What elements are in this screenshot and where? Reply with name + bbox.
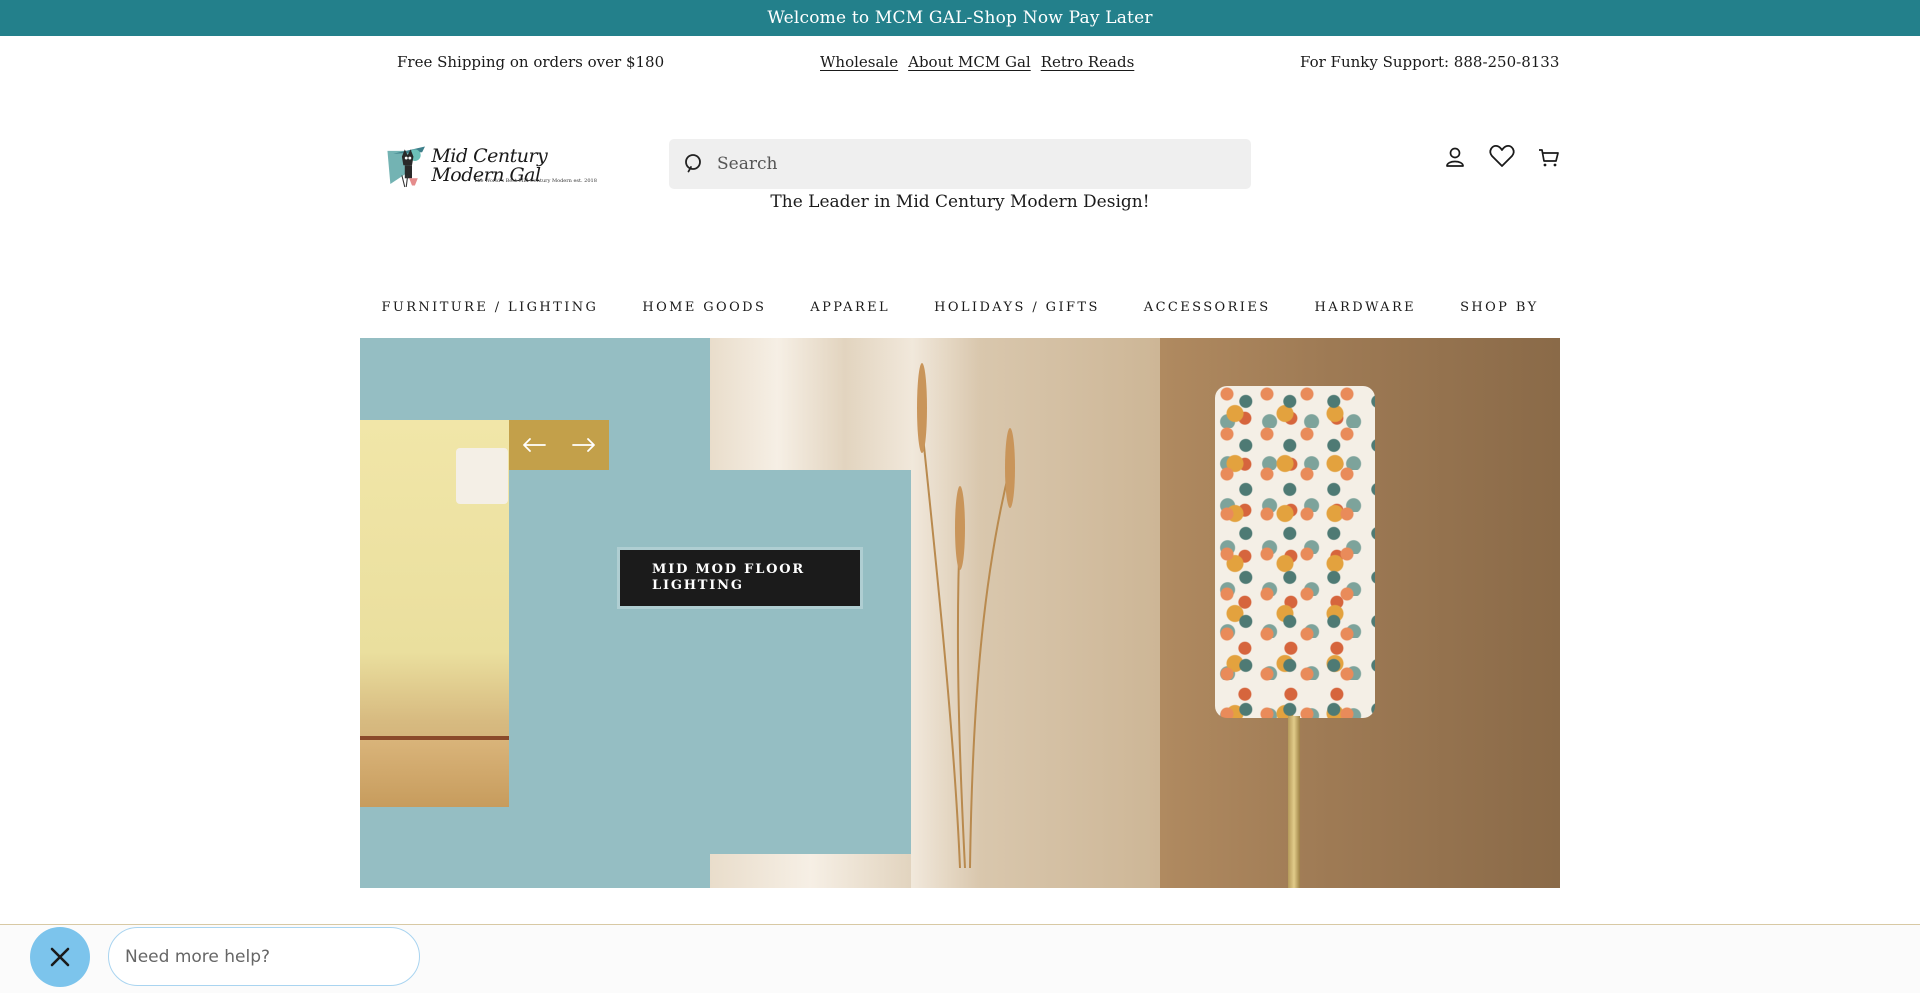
about-link[interactable]: About MCM Gal <box>908 53 1031 71</box>
search-icon[interactable] <box>683 152 707 176</box>
account-icon[interactable] <box>1442 144 1468 170</box>
next-slide-button[interactable] <box>559 420 609 470</box>
logo-cat-icon <box>387 146 426 188</box>
nav-furniture-lighting[interactable]: FURNITURE / LIGHTING <box>359 300 620 328</box>
nav-hardware[interactable]: HARDWARE <box>1293 300 1439 328</box>
site-tagline: The Leader in Mid Century Modern Design! <box>770 192 1150 212</box>
hero-prev-slide <box>360 420 509 807</box>
utility-links: Wholesale About MCM Gal Retro Reads <box>820 53 1134 71</box>
hero-curtain-bottom <box>710 854 911 888</box>
slider-arrows <box>509 420 609 470</box>
hero-blue-block <box>360 338 710 420</box>
chat-help-input[interactable] <box>108 927 420 986</box>
arrow-right-icon <box>572 438 595 452</box>
retro-reads-link[interactable]: Retro Reads <box>1041 53 1135 71</box>
nav-shop-by[interactable]: SHOP BY <box>1438 300 1561 328</box>
cart-icon[interactable] <box>1536 144 1562 170</box>
nav-apparel[interactable]: APPAREL <box>788 300 912 328</box>
announcement-bar: Welcome to MCM GAL-Shop Now Pay Later <box>0 0 1920 36</box>
utility-bar: Free Shipping on orders over $180 Wholes… <box>0 36 1920 88</box>
prev-slide-floor <box>360 740 509 807</box>
heart-icon[interactable] <box>1488 142 1516 170</box>
hero-blue-block <box>360 807 509 888</box>
search-bar <box>669 139 1251 189</box>
prev-slide-lamp <box>456 448 508 504</box>
hero-lamp-shade <box>1215 386 1375 718</box>
hero-text-panel <box>509 470 911 888</box>
support-text: For Funky Support: 888-250-8133 <box>1300 53 1560 71</box>
close-icon <box>50 947 70 967</box>
search-input[interactable] <box>717 154 1251 174</box>
hero-cta-button[interactable]: MID MOD FLOOR LIGHTING <box>620 550 860 606</box>
hero-lamp-pole <box>1288 716 1300 888</box>
nav-accessories[interactable]: ACCESSORIES <box>1122 300 1293 328</box>
shipping-text: Free Shipping on orders over $180 <box>397 53 665 71</box>
main-nav: FURNITURE / LIGHTING HOME GOODS APPAREL … <box>0 300 1920 328</box>
logo-tagline: The World's Best Mid Century Modern est.… <box>474 178 597 184</box>
arrow-left-icon <box>523 438 546 452</box>
pampas-grass <box>917 363 1015 868</box>
chat-close-button[interactable] <box>30 927 90 987</box>
announcement-text: Welcome to MCM GAL-Shop Now Pay Later <box>767 8 1153 28</box>
site-logo[interactable]: Mid Century Modern Gal The World's Best … <box>386 132 598 200</box>
nav-holidays-gifts[interactable]: HOLIDAYS / GIFTS <box>912 300 1122 328</box>
nav-home-goods[interactable]: HOME GOODS <box>620 300 788 328</box>
wholesale-link[interactable]: Wholesale <box>820 53 898 71</box>
prev-slide-button[interactable] <box>509 420 559 470</box>
